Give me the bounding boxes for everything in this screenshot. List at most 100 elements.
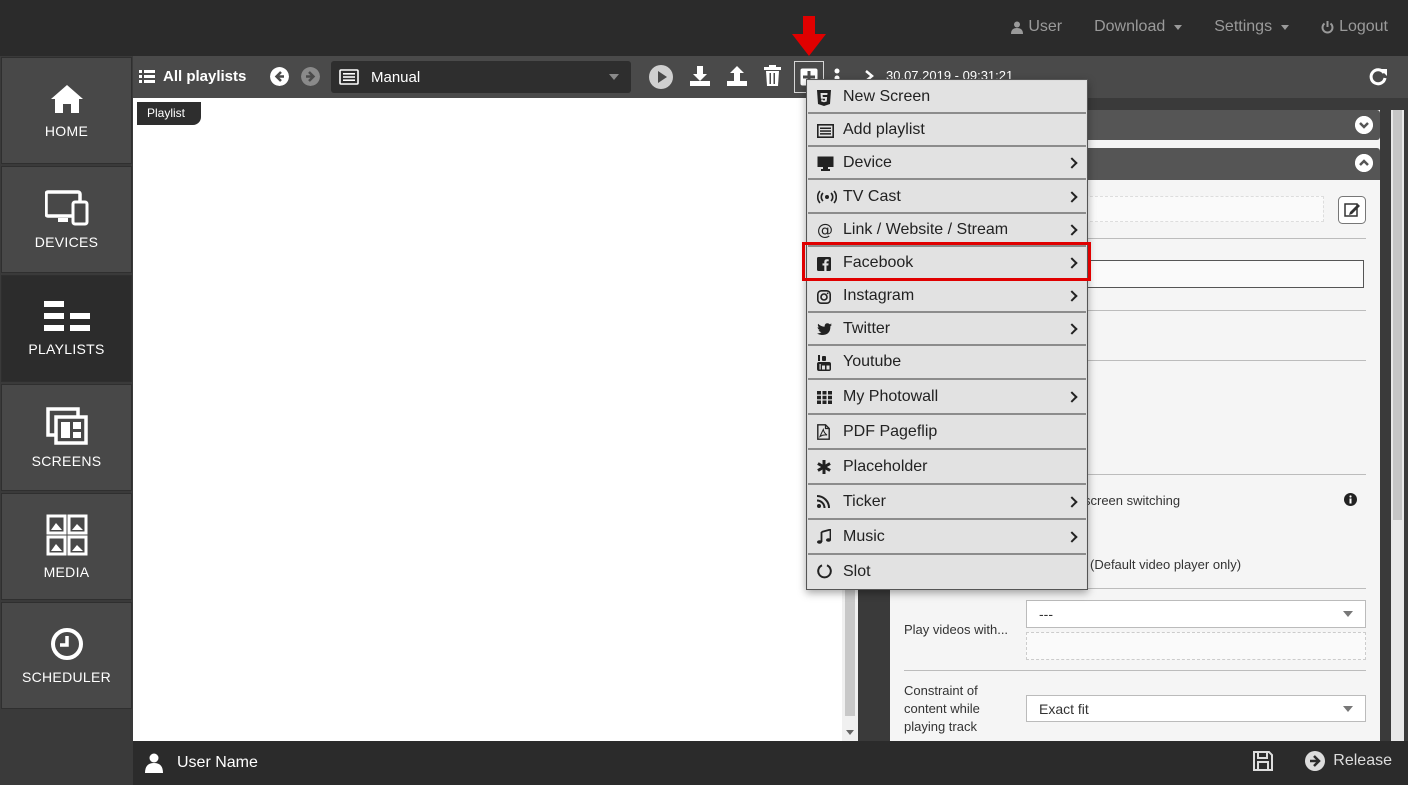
play-videos-value: --- (1039, 606, 1053, 622)
chevron-right-icon (1066, 191, 1078, 203)
add-item-menu: New Screen Add playlist Device TV Cast @… (806, 79, 1088, 590)
logout-button[interactable]: Logout (1321, 18, 1388, 36)
menu-item-twitter[interactable]: Twitter (808, 313, 1086, 346)
html5-icon (817, 90, 831, 106)
menu-item-music[interactable]: Music (808, 520, 1086, 555)
chevron-right-icon (1066, 496, 1078, 508)
twitter-icon (817, 323, 832, 335)
menu-item-label: Placeholder (843, 458, 928, 475)
menu-item-youtube[interactable]: Youtube (808, 346, 1086, 380)
logout-label: Logout (1339, 18, 1388, 35)
menu-item-pdf-pageflip[interactable]: PDF Pageflip (808, 415, 1086, 450)
dropdown-arrow-icon (609, 74, 619, 80)
playlist-canvas[interactable]: Playlist (133, 98, 842, 741)
chevron-down-circle-icon (1355, 116, 1373, 134)
menu-item-tv-cast[interactable]: TV Cast (808, 180, 1086, 214)
play-videos-extra-field[interactable] (1026, 632, 1366, 660)
asterisk-icon (817, 460, 831, 474)
home-icon (50, 84, 83, 113)
grid-icon (817, 391, 832, 404)
settings-menu[interactable]: Settings (1214, 18, 1290, 36)
user-info: User Name (145, 753, 258, 773)
sidebar-item-scheduler[interactable]: SCHEDULER (1, 602, 132, 709)
download-menu[interactable]: Download (1094, 18, 1183, 36)
sidebar-item-devices[interactable]: DEVICES (1, 166, 132, 273)
release-label: Release (1333, 752, 1392, 769)
menu-item-label: Youtube (843, 353, 902, 370)
arrow-left-icon[interactable] (270, 67, 289, 86)
screens-icon (45, 406, 88, 445)
info-icon[interactable] (1344, 493, 1357, 506)
chevron-right-icon (1066, 323, 1078, 335)
sidebar-label: SCREENS (31, 452, 102, 469)
arrow-down-icon (792, 16, 826, 56)
sidebar-item-home[interactable]: HOME (1, 57, 132, 164)
scroll-down-icon[interactable] (846, 730, 854, 735)
menu-item-facebook[interactable]: Facebook (808, 247, 1086, 280)
menu-item-new-screen[interactable]: New Screen (808, 81, 1086, 114)
sidebar-label: SCHEDULER (21, 668, 112, 685)
arrow-right-icon[interactable] (301, 67, 320, 86)
youtube-icon (817, 355, 831, 371)
playlist-icon (339, 69, 359, 85)
at-icon: @ (817, 220, 833, 239)
playlist-select[interactable]: Manual (331, 61, 631, 93)
menu-item-device[interactable]: Device (808, 147, 1086, 180)
trash-icon[interactable] (764, 65, 781, 86)
menu-item-label: Slot (843, 563, 871, 580)
menu-item-label: Instagram (843, 287, 915, 304)
dropdown-arrow-icon (1343, 611, 1353, 617)
user-menu[interactable]: User (1011, 18, 1062, 36)
details-scrollbar[interactable] (1391, 110, 1404, 741)
release-button[interactable]: Release (1305, 751, 1392, 771)
scrollbar-thumb[interactable] (1393, 110, 1402, 520)
sidebar: HOME DEVICES PLAYLISTS SCREENS MEDIA SCH… (0, 56, 133, 785)
playlist-toolbar: All playlists Manual (133, 56, 858, 98)
menu-item-instagram[interactable]: Instagram (808, 280, 1086, 313)
sidebar-item-screens[interactable]: SCREENS (1, 384, 132, 491)
video-player-label: (Default video player only) (1090, 557, 1242, 572)
menu-item-slot[interactable]: Slot (808, 555, 1086, 589)
upload-icon[interactable] (726, 65, 748, 87)
constraint-select[interactable]: Exact fit (1026, 695, 1366, 722)
divider (904, 670, 1366, 671)
menu-item-label: Link / Website / Stream (843, 221, 1009, 238)
constraint-label-3: playing track (904, 719, 977, 734)
chevron-up-circle-icon (1355, 154, 1373, 172)
menu-item-label: Music (843, 528, 885, 545)
menu-item-link-website-stream[interactable]: @ Link / Website / Stream (808, 214, 1086, 247)
circle-icon (817, 564, 832, 579)
refresh-icon[interactable] (1368, 67, 1388, 87)
switching-label: screen switching (1084, 493, 1181, 508)
dropdown-arrow-icon (1343, 706, 1353, 712)
edit-icon[interactable] (1338, 196, 1366, 224)
download-icon[interactable] (689, 65, 711, 87)
music-icon (817, 529, 831, 544)
chevron-right-icon (1066, 157, 1078, 169)
arrow-circle-right-icon (1305, 751, 1326, 771)
menu-item-label: Twitter (843, 320, 891, 337)
caret-down-icon (1281, 24, 1290, 30)
sidebar-item-playlists[interactable]: PLAYLISTS (1, 275, 132, 382)
pdf-icon (817, 424, 830, 440)
download-label: Download (1094, 18, 1166, 35)
sidebar-item-media[interactable]: MEDIA (1, 493, 132, 600)
rss-icon (817, 495, 830, 508)
play-icon[interactable] (648, 64, 674, 90)
menu-item-add-playlist[interactable]: Add playlist (808, 114, 1086, 147)
menu-item-label: Device (843, 154, 892, 171)
play-videos-select[interactable]: --- (1026, 600, 1366, 628)
power-icon (1321, 21, 1334, 34)
chevron-right-icon (1066, 531, 1078, 543)
all-playlists-button[interactable]: All playlists (139, 68, 246, 85)
menu-item-my-photowall[interactable]: My Photowall (808, 380, 1086, 415)
sidebar-label: PLAYLISTS (28, 340, 105, 357)
chevron-right-icon (1066, 391, 1078, 403)
menu-item-placeholder[interactable]: Placeholder (808, 450, 1086, 485)
chevron-right-icon (1066, 290, 1078, 302)
bottom-actions: Release (1253, 751, 1392, 771)
user-icon (1011, 21, 1024, 34)
menu-item-ticker[interactable]: Ticker (808, 485, 1086, 520)
all-playlists-label: All playlists (163, 68, 247, 85)
save-icon[interactable] (1253, 751, 1274, 771)
